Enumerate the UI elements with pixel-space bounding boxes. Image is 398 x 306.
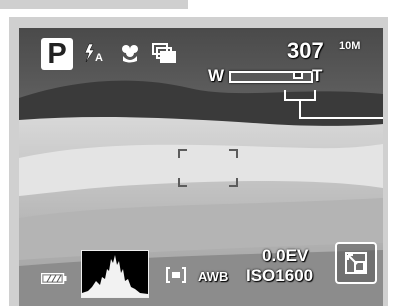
zoom-position-marker — [293, 71, 303, 79]
zoom-wide-label: W — [208, 66, 225, 85]
iso-indicator[interactable]: ISO1600 — [246, 266, 313, 286]
histogram-graph — [82, 255, 148, 297]
spot-metering-icon[interactable] — [165, 266, 187, 284]
top-gray-bar — [0, 0, 188, 9]
exposure-compensation-value[interactable]: 0.0EV — [262, 246, 308, 266]
histogram-icon — [81, 250, 149, 298]
white-balance-indicator[interactable]: AWB — [198, 269, 228, 284]
scene-background — [19, 28, 383, 306]
macro-flower-icon[interactable] — [119, 42, 141, 64]
enlarge-button[interactable] — [335, 242, 377, 284]
svg-text:A: A — [95, 52, 103, 64]
shooting-mode-indicator[interactable]: P — [41, 38, 73, 70]
shots-remaining-count: 307 — [287, 38, 324, 63]
enlarge-icon — [345, 252, 367, 274]
screenshot-root: P A 307 10M W T AWB 0.0EV ISO1600 — [0, 0, 398, 306]
camera-lcd-screen: P A 307 10M W T AWB 0.0EV ISO1600 — [19, 28, 383, 306]
iso-value: 1600 — [275, 266, 314, 285]
continuous-shot-icon[interactable] — [151, 42, 177, 64]
resolution-indicator[interactable]: 10M — [339, 40, 360, 52]
zoom-tele-label: T — [312, 66, 323, 85]
resolution-label: 10M — [339, 40, 361, 52]
flash-auto-icon[interactable]: A — [83, 42, 109, 64]
battery-full-icon — [41, 273, 67, 284]
iso-prefix: ISO — [246, 266, 276, 285]
